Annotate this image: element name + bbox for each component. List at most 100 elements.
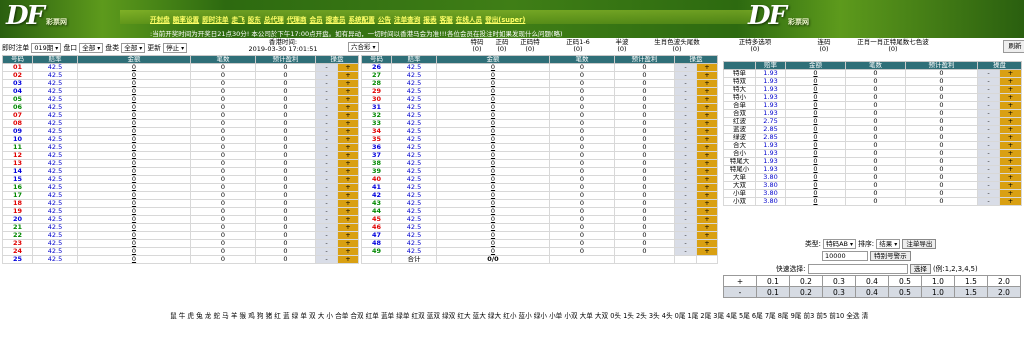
odds-step-button[interactable]: 0.4 (855, 286, 889, 298)
amount-link[interactable]: 0 (77, 207, 191, 216)
amount-link[interactable]: 0 (77, 71, 191, 80)
decrease-odds-button[interactable]: - (315, 143, 338, 152)
increase-odds-button[interactable]: + (696, 239, 718, 248)
amount-link[interactable]: 0 (436, 79, 550, 88)
amount-link[interactable]: 0 (785, 165, 846, 174)
decrease-odds-button[interactable]: - (674, 71, 697, 80)
increase-odds-button[interactable]: + (337, 247, 359, 256)
amount-link[interactable]: 0 (436, 215, 550, 224)
increase-odds-button[interactable]: + (999, 189, 1022, 198)
nav-item[interactable]: 报表 (423, 14, 436, 24)
decrease-odds-button[interactable]: - (315, 239, 338, 248)
increase-odds-button[interactable]: + (999, 181, 1022, 190)
increase-odds-button[interactable]: + (696, 231, 718, 240)
increase-odds-button[interactable]: + (696, 111, 718, 120)
amount-link[interactable]: 0 (436, 71, 550, 80)
increase-odds-button[interactable]: + (999, 197, 1022, 206)
refresh-select[interactable]: 停止 (163, 43, 188, 53)
decrease-odds-button[interactable]: - (315, 111, 338, 120)
special-warn-button[interactable]: 特别号警示 (870, 251, 911, 261)
increase-odds-button[interactable]: + (999, 77, 1022, 86)
amount-link[interactable]: 0 (785, 69, 846, 78)
decrease-odds-button[interactable]: - (977, 189, 1000, 198)
amount-link[interactable]: 0 (77, 247, 191, 256)
odds-step-button[interactable]: 0.3 (822, 275, 856, 287)
increase-odds-button[interactable]: + (337, 71, 359, 80)
amount-link[interactable]: 0 (785, 109, 846, 118)
decrease-odds-button[interactable]: - (674, 87, 697, 96)
decrease-odds-button[interactable]: - (315, 191, 338, 200)
odds-step-button[interactable]: 0.3 (822, 286, 856, 298)
increase-odds-button[interactable]: + (696, 215, 718, 224)
increase-odds-button[interactable]: + (999, 109, 1022, 118)
amount-link[interactable]: 0 (436, 111, 550, 120)
amount-link[interactable]: 0 (436, 119, 550, 128)
amount-link[interactable]: 0 (785, 93, 846, 102)
odds-step-button[interactable]: 2.0 (987, 275, 1021, 287)
decrease-odds-button[interactable]: - (674, 103, 697, 112)
decrease-odds-button[interactable]: - (674, 127, 697, 136)
increase-odds-button[interactable]: + (337, 255, 359, 264)
increase-odds-button[interactable]: + (337, 207, 359, 216)
decrease-odds-button[interactable]: - (315, 231, 338, 240)
increase-odds-button[interactable]: + (337, 119, 359, 128)
lottery-select[interactable]: 六合彩 (348, 42, 379, 52)
amount-link[interactable]: 0 (436, 135, 550, 144)
odds-step-button[interactable]: 0.1 (756, 286, 790, 298)
decrease-odds-button[interactable]: - (315, 183, 338, 192)
decrease-odds-button[interactable]: - (315, 87, 338, 96)
amount-link[interactable]: 0 (785, 77, 846, 86)
period-select[interactable]: 019期 (31, 43, 62, 53)
increase-odds-button[interactable]: + (696, 127, 718, 136)
increase-odds-button[interactable]: + (337, 79, 359, 88)
increase-odds-button[interactable]: + (696, 247, 718, 256)
nav-item[interactable]: 走飞 (232, 14, 245, 24)
amount-link[interactable]: 0 (77, 159, 191, 168)
decrease-odds-button[interactable]: - (315, 207, 338, 216)
amount-link[interactable]: 0 (77, 231, 191, 240)
decrease-odds-button[interactable]: - (674, 191, 697, 200)
decrease-odds-button[interactable]: - (674, 95, 697, 104)
decrease-odds-button[interactable]: - (977, 157, 1000, 166)
nav-item[interactable]: 在线人员 (456, 14, 482, 24)
increase-odds-button[interactable]: + (696, 103, 718, 112)
decrease-odds-button[interactable]: - (977, 165, 1000, 174)
amount-link[interactable]: 0 (77, 175, 191, 184)
odds-step-button[interactable]: 0.4 (855, 275, 889, 287)
plate-type-select[interactable]: 全部 (121, 43, 146, 53)
nav-item[interactable]: 登出(super) (485, 14, 525, 24)
increase-odds-button[interactable]: + (999, 149, 1022, 158)
amount-link[interactable]: 0 (77, 143, 191, 152)
amount-link[interactable]: 0 (436, 95, 550, 104)
decrease-odds-button[interactable]: - (977, 181, 1000, 190)
decrease-odds-button[interactable]: - (674, 159, 697, 168)
decrease-odds-button[interactable]: - (977, 197, 1000, 206)
decrease-odds-button[interactable]: - (674, 207, 697, 216)
decrease-odds-button[interactable]: - (315, 223, 338, 232)
amount-link[interactable]: 0 (785, 181, 846, 190)
amount-link[interactable]: 0 (77, 215, 191, 224)
amount-link[interactable]: 0 (785, 101, 846, 110)
nav-item[interactable]: 即时注单 (202, 14, 228, 24)
increase-odds-button[interactable]: + (999, 133, 1022, 142)
odds-step-button[interactable]: 0.2 (789, 286, 823, 298)
decrease-odds-button[interactable]: - (977, 101, 1000, 110)
amount-link[interactable]: 0 (77, 111, 191, 120)
increase-odds-button[interactable]: + (999, 117, 1022, 126)
odds-step-button[interactable]: 0.5 (888, 286, 922, 298)
increase-odds-button[interactable]: + (999, 93, 1022, 102)
increase-odds-button[interactable]: + (999, 101, 1022, 110)
decrease-odds-button[interactable]: - (315, 79, 338, 88)
increase-odds-button[interactable]: + (337, 199, 359, 208)
amount-link[interactable]: 0 (785, 173, 846, 182)
increase-odds-button[interactable]: + (999, 173, 1022, 182)
increase-odds-button[interactable]: + (337, 143, 359, 152)
amount-link[interactable]: 0 (77, 191, 191, 200)
increase-odds-button[interactable]: + (337, 239, 359, 248)
nav-item[interactable]: 公告 (378, 14, 391, 24)
nav-item[interactable]: 开封盘 (150, 14, 170, 24)
increase-odds-button[interactable]: + (696, 119, 718, 128)
amount-link[interactable]: 0 (785, 117, 846, 126)
export-button[interactable]: 注单导出 (902, 239, 937, 249)
amount-link[interactable]: 0 (436, 87, 550, 96)
